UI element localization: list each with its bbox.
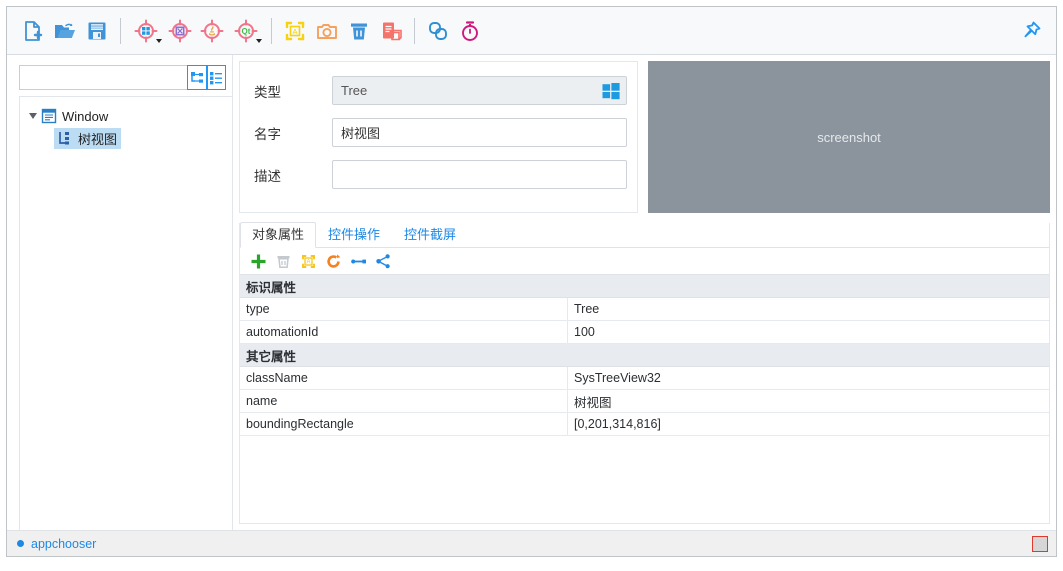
bind-link-icon[interactable]	[346, 250, 371, 272]
property-value[interactable]: 100	[568, 321, 1049, 343]
status-dot-icon	[17, 540, 24, 547]
status-bar: appchooser	[7, 530, 1056, 556]
form-row-description: 描述	[254, 160, 627, 189]
svg-text:Qt: Qt	[242, 27, 251, 36]
table-group-row: 标识属性	[240, 275, 1049, 298]
element-form: 类型 Tree 名字 树视图 描述	[239, 61, 638, 213]
status-app-name[interactable]: appchooser	[31, 537, 96, 551]
table-row[interactable]: boundingRectangle [0,201,314,816]	[240, 413, 1049, 436]
capture-qt-icon[interactable]: Qt	[229, 14, 263, 48]
property-key: boundingRectangle	[240, 413, 568, 435]
link-chain-icon[interactable]	[423, 14, 453, 48]
capture-java-icon[interactable]	[197, 14, 227, 48]
detail-upper: 类型 Tree 名字 树视图 描述 screenshot	[239, 61, 1050, 213]
window-node-icon	[40, 108, 58, 124]
tree-node-label: Window	[62, 108, 109, 124]
toolbar-separator	[120, 17, 121, 44]
table-row[interactable]: automationId 100	[240, 321, 1049, 344]
table-empty-space	[240, 436, 1049, 523]
screenshot-preview[interactable]: screenshot	[648, 61, 1050, 213]
main-toolbar: Qt A	[7, 7, 1056, 55]
toolbar-group-tools: A	[279, 14, 407, 48]
expand-tree-icon[interactable]	[206, 65, 226, 90]
add-plus-icon[interactable]	[246, 250, 271, 272]
tree-search-row	[19, 65, 226, 90]
tree-node-icon	[56, 130, 74, 146]
delete-trash-icon[interactable]	[344, 14, 374, 48]
table-row[interactable]: className SysTreeView32	[240, 367, 1049, 390]
toolbar-separator	[414, 17, 415, 44]
properties-table: 标识属性 type Tree automationId 100 其它属性 cla…	[240, 274, 1049, 523]
property-key: className	[240, 367, 568, 389]
capture-uia-icon[interactable]	[165, 14, 195, 48]
table-group-row: 其它属性	[240, 344, 1049, 367]
group-label: 其它属性	[246, 349, 297, 364]
collapse-tree-icon[interactable]	[187, 65, 207, 90]
form-label-type: 类型	[254, 84, 281, 100]
table-row[interactable]: type Tree	[240, 298, 1049, 321]
windows-logo-icon	[601, 81, 621, 101]
property-key: type	[240, 298, 568, 320]
tree-node-label: 树视图	[78, 131, 118, 147]
screenshot-camera-icon[interactable]	[312, 14, 342, 48]
group-label: 标识属性	[246, 280, 297, 295]
tree-node-treeview[interactable]: 树视图	[20, 127, 232, 149]
stopwatch-timer-icon[interactable]	[455, 14, 485, 48]
tab-object-properties[interactable]: 对象属性	[240, 222, 317, 248]
resize-grip[interactable]	[1032, 535, 1048, 552]
svg-text:A: A	[306, 259, 310, 265]
form-label-name: 名字	[254, 126, 281, 142]
open-folder-icon[interactable]	[50, 14, 80, 48]
form-row-type: 类型	[254, 76, 627, 105]
toolbar-separator	[271, 17, 272, 44]
tree-node-window[interactable]: Window	[20, 105, 232, 127]
object-tree-panel: Window 树视图	[7, 55, 233, 530]
form-label-description: 描述	[254, 168, 281, 184]
new-file-icon[interactable]	[18, 14, 48, 48]
name-field[interactable]	[332, 118, 627, 147]
highlight-element-icon[interactable]: A	[280, 14, 310, 48]
highlight-element-icon[interactable]: A	[296, 250, 321, 272]
main-window: Qt A Window 树视图 类型 Tree 名字 树视图 描述 screen…	[6, 6, 1057, 557]
property-key: name	[240, 390, 568, 412]
detail-panel: 类型 Tree 名字 树视图 描述 screenshot 对象属性 控件操作 控…	[233, 55, 1056, 530]
save-icon[interactable]	[82, 14, 112, 48]
share-node-icon[interactable]	[371, 250, 396, 272]
app-root: Qt A Window 树视图 类型 Tree 名字 树视图 描述 screen…	[0, 0, 1063, 571]
refresh-icon[interactable]	[321, 250, 346, 272]
property-value[interactable]: Tree	[568, 298, 1049, 320]
type-field[interactable]	[332, 76, 627, 105]
tree-expander[interactable]	[26, 113, 40, 119]
tab-bar: 对象属性 控件操作 控件截屏	[240, 222, 1049, 248]
tab-control-screenshot[interactable]: 控件截屏	[392, 222, 468, 247]
description-field[interactable]	[332, 160, 627, 189]
screenshot-preview-label: screenshot	[817, 129, 881, 145]
svg-text:A: A	[292, 27, 297, 36]
window-body: Window 树视图 类型 Tree 名字 树视图 描述 screenshot …	[7, 55, 1056, 530]
object-tree[interactable]: Window 树视图	[19, 96, 232, 530]
chevron-down-icon[interactable]	[256, 38, 262, 43]
properties-toolbar: A	[240, 248, 1049, 274]
toolbar-group-file	[17, 14, 113, 48]
property-value[interactable]: [0,201,314,816]	[568, 413, 1049, 435]
form-row-name: 名字	[254, 118, 627, 147]
delete-trash-icon[interactable]	[271, 250, 296, 272]
property-value[interactable]: SysTreeView32	[568, 367, 1049, 389]
toolbar-group-capture: Qt	[128, 14, 264, 48]
properties-section: 对象属性 控件操作 控件截屏 A 标识属性 type Tree automati…	[239, 222, 1050, 524]
chevron-down-icon[interactable]	[156, 38, 162, 43]
property-key: automationId	[240, 321, 568, 343]
toolbar-group-misc	[422, 14, 486, 48]
tab-control-actions[interactable]: 控件操作	[316, 222, 392, 247]
property-value[interactable]: 树视图	[568, 390, 1049, 412]
table-row[interactable]: name 树视图	[240, 390, 1049, 413]
clipboard-copy-icon[interactable]	[376, 14, 406, 48]
search-input[interactable]	[19, 65, 187, 90]
pin-icon[interactable]	[1016, 18, 1044, 46]
capture-windows-icon[interactable]	[129, 14, 163, 48]
